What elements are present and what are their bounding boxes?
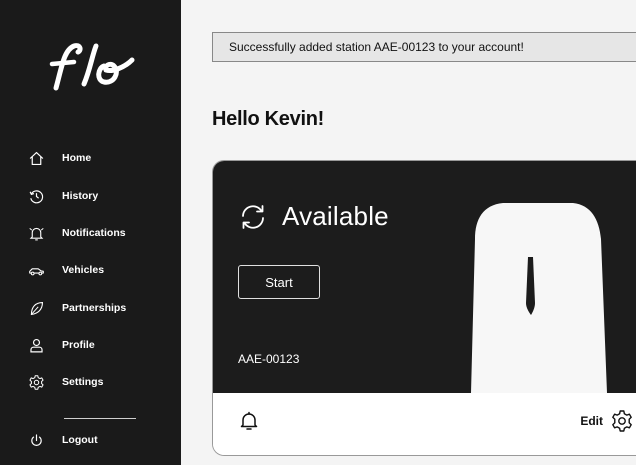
sidebar: Home History Notifications Vehicles Part… (0, 0, 181, 465)
home-icon (29, 151, 44, 165)
sidebar-item-settings[interactable]: Settings (28, 369, 103, 395)
page-title: Hello Kevin! (212, 108, 324, 130)
sidebar-item-label: Vehicles (62, 264, 105, 276)
history-icon (29, 189, 44, 203)
station-status-label: Available (282, 201, 389, 231)
station-id: AAE-00123 (238, 352, 300, 366)
station-card-footer: Edit (213, 393, 636, 455)
flo-logo[interactable] (42, 36, 142, 96)
gear-icon (612, 410, 632, 432)
sidebar-item-label: Profile (62, 339, 95, 351)
bell-icon[interactable] (238, 410, 260, 432)
success-notice: Successfully added station AAE-00123 to … (212, 32, 636, 62)
sidebar-item-label: Notifications (62, 227, 126, 239)
main-content: Successfully added station AAE-00123 to … (181, 0, 636, 465)
station-status: Available (238, 201, 389, 232)
logout-label: Logout (62, 434, 98, 446)
refresh-icon (242, 204, 264, 229)
station-card: Available Start AAE-00123 Edit (212, 160, 636, 456)
sidebar-item-history[interactable]: History (28, 183, 98, 209)
sidebar-item-label: Home (62, 152, 92, 164)
start-button[interactable]: Start (238, 265, 320, 299)
edit-button[interactable]: Edit (580, 409, 634, 433)
gear-icon (29, 374, 44, 390)
sidebar-item-label: History (62, 190, 99, 202)
sidebar-item-label: Settings (62, 376, 104, 388)
sidebar-item-partnerships[interactable]: Partnerships (28, 295, 126, 321)
sidebar-divider (64, 418, 136, 419)
logout-button[interactable]: Logout (28, 427, 98, 453)
sidebar-item-vehicles[interactable]: Vehicles (28, 257, 104, 283)
car-icon (29, 267, 44, 275)
charger-illustration (471, 203, 607, 393)
sidebar-item-notifications[interactable]: Notifications (28, 220, 126, 246)
bell-icon (29, 227, 44, 240)
edit-label: Edit (580, 414, 603, 428)
user-icon (30, 338, 43, 352)
sidebar-item-label: Partnerships (62, 302, 127, 314)
success-notice-text: Successfully added station AAE-00123 to … (229, 40, 524, 54)
sidebar-item-home[interactable]: Home (28, 145, 91, 171)
station-card-header: Available Start AAE-00123 (213, 161, 636, 393)
leaf-icon (30, 301, 44, 315)
sidebar-item-profile[interactable]: Profile (28, 332, 95, 358)
flo-logo-mark (49, 43, 135, 91)
power-icon (31, 433, 42, 446)
